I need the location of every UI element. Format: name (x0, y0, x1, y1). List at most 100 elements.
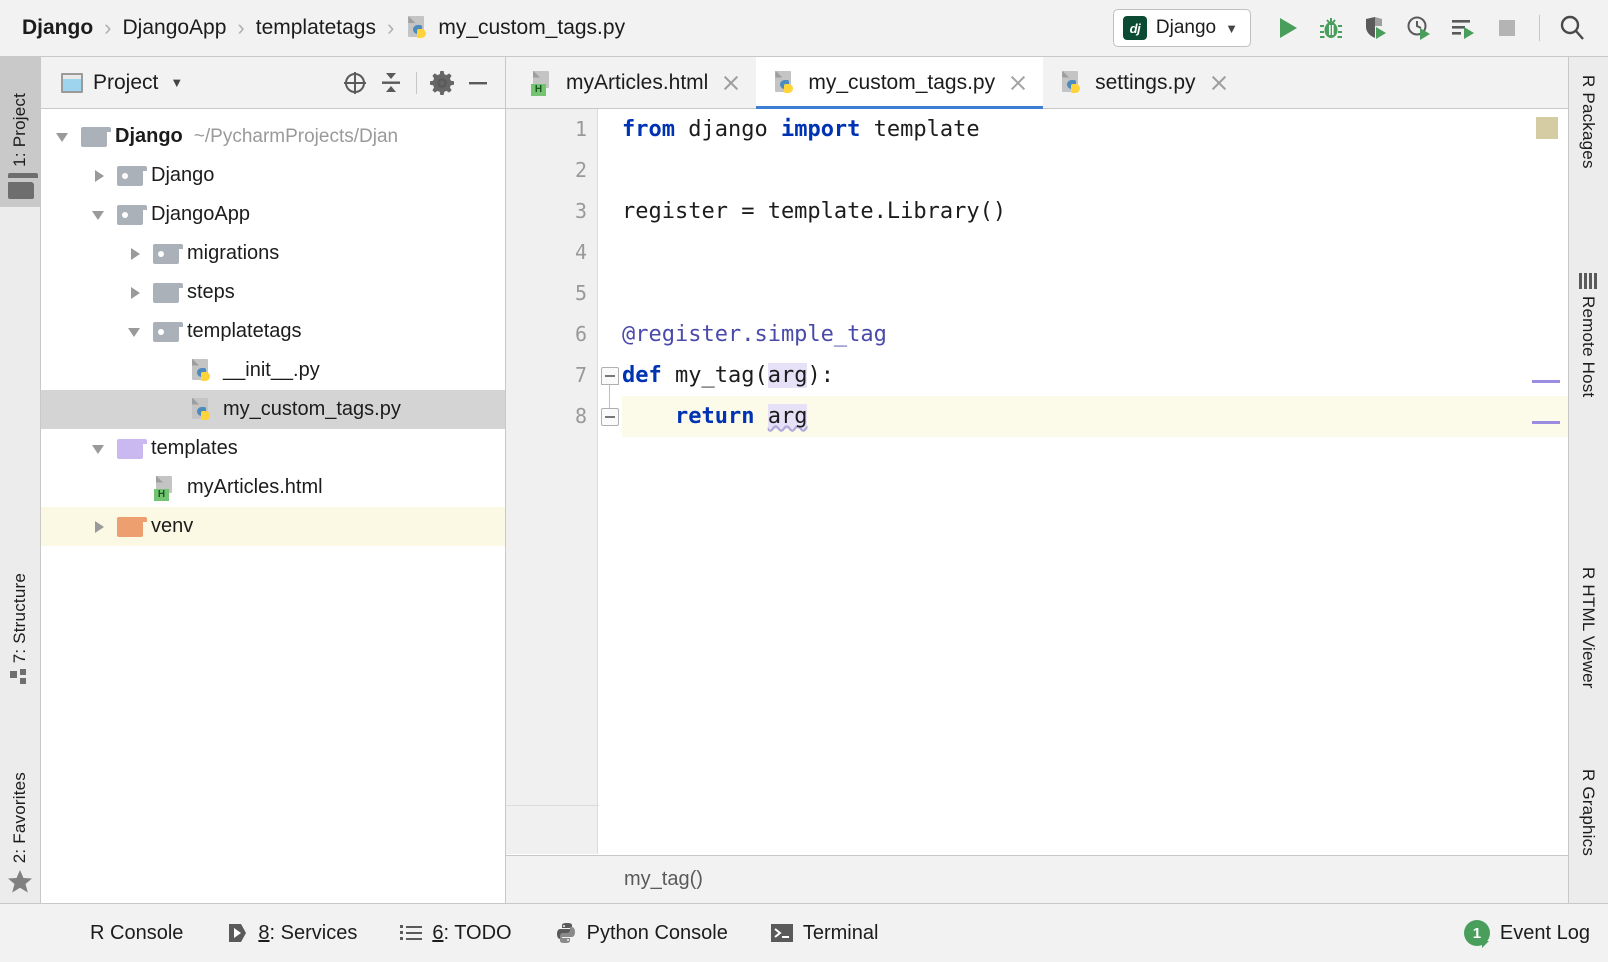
html-file-icon: H (530, 70, 556, 96)
sidebar-item-r-html-viewer-label: R HTML Viewer (1578, 567, 1598, 689)
editor-area: H myArticles.html my_custom_tags.py sett… (506, 57, 1568, 903)
sidebar-item-project[interactable]: 1: Project (0, 57, 40, 207)
token-keyword: from (622, 117, 675, 142)
tree-row-label: __init__.py (223, 359, 320, 382)
debug-button[interactable] (1311, 8, 1351, 48)
tree-row-templatetags[interactable]: templatetags (41, 312, 505, 351)
breadcrumb-item-file[interactable]: my_custom_tags.py (405, 15, 625, 41)
close-icon[interactable] (1208, 72, 1230, 94)
toolbar-actions: dj Django ▼ (1113, 8, 1608, 48)
chevron-right-icon[interactable] (125, 244, 145, 264)
tree-row-myarticles-html[interactable]: H myArticles.html (41, 468, 505, 507)
editor-breadcrumb[interactable]: my_tag() (506, 855, 1568, 903)
tab-settings-py[interactable]: settings.py (1043, 57, 1243, 108)
sidebar-item-favorites[interactable]: 2: Favorites (0, 732, 40, 902)
tree-row-templates[interactable]: templates (41, 429, 505, 468)
tree-row-label: Django (151, 164, 214, 187)
code-folding-gutter[interactable] (598, 109, 622, 854)
token-identifier-highlight: arg (768, 404, 808, 429)
chevron-right-icon[interactable] (125, 283, 145, 303)
tree-row-django-root[interactable]: Django ~/PycharmProjects/Djan (41, 117, 505, 156)
line-number: 6 (507, 314, 587, 355)
code-line-6: @register.simple_tag (622, 314, 1568, 355)
code-editor[interactable]: 1 2 3 4 5 6 7 8 from django import templ… (506, 109, 1568, 854)
tree-row-my-custom-tags-py[interactable]: my_custom_tags.py (41, 390, 505, 429)
sidebar-item-r-packages[interactable]: R Packages (1568, 75, 1608, 169)
settings-button[interactable] (425, 66, 459, 100)
sidebar-item-r-packages-label: R Packages (1578, 75, 1598, 169)
folder-icon (117, 205, 143, 225)
tree-row-steps[interactable]: steps (41, 273, 505, 312)
tree-row-label: migrations (187, 242, 279, 265)
tree-row-init-py[interactable]: __init__.py (41, 351, 505, 390)
token-text: template (860, 117, 979, 142)
tab-label: myArticles.html (566, 71, 708, 95)
tree-row-djangoapp[interactable]: DjangoApp (41, 195, 505, 234)
chevron-down-icon[interactable] (89, 439, 109, 459)
sidebar-item-favorites-label: 2: Favorites (10, 772, 30, 863)
select-opened-file-button[interactable] (338, 66, 372, 100)
tree-row-migrations[interactable]: migrations (41, 234, 505, 273)
run-button[interactable] (1267, 8, 1307, 48)
folder-icon (81, 127, 107, 147)
toolbar-divider (1539, 15, 1540, 41)
token-text: my_tag( (662, 363, 768, 388)
chevron-right-icon[interactable] (89, 517, 109, 537)
status-terminal[interactable]: Terminal (770, 921, 879, 945)
close-icon[interactable] (720, 72, 742, 94)
status-services-label: : Services (270, 922, 358, 944)
tab-myarticles-html[interactable]: H myArticles.html (514, 57, 756, 108)
fold-collapse-icon[interactable] (601, 367, 619, 385)
status-todo-label: : TODO (443, 922, 511, 944)
run-configuration-selector[interactable]: dj Django ▼ (1113, 9, 1251, 47)
chevron-down-icon[interactable] (53, 127, 73, 147)
tree-row-label: Django (115, 125, 183, 148)
search-everywhere-button[interactable] (1552, 8, 1592, 48)
todo-list-icon (399, 921, 423, 945)
status-todo[interactable]: 6: TODO (399, 921, 511, 945)
close-icon[interactable] (1007, 72, 1029, 94)
chevron-down-icon[interactable] (89, 205, 109, 225)
token-identifier-highlight: arg (768, 363, 808, 388)
sidebar-item-r-graphics[interactable]: R Graphics (1568, 769, 1608, 856)
tree-row-label: templatetags (187, 320, 302, 343)
sidebar-item-r-html-viewer[interactable]: R HTML Viewer (1568, 567, 1608, 689)
chevron-right-icon[interactable] (89, 166, 109, 186)
gutter-marker[interactable] (1532, 421, 1560, 424)
status-python-console[interactable]: Python Console (554, 921, 728, 945)
chevron-down-icon[interactable]: ▼ (170, 75, 183, 90)
breadcrumb-item-djangoapp[interactable]: DjangoApp (123, 16, 227, 40)
chevron-down-icon[interactable] (125, 322, 145, 342)
inspection-status-widget[interactable] (1536, 117, 1558, 139)
sidebar-item-structure[interactable]: 7: Structure (0, 527, 40, 697)
hide-button[interactable] (461, 66, 495, 100)
code-text[interactable]: from django import template register = t… (622, 109, 1568, 854)
run-with-parameters-button[interactable] (1443, 8, 1483, 48)
breadcrumb-item-templatetags[interactable]: templatetags (256, 16, 376, 40)
tree-row-django[interactable]: Django (41, 156, 505, 195)
token-text: ): (807, 363, 834, 388)
status-bar-right: 1 Event Log (1464, 920, 1590, 946)
run-coverage-button[interactable] (1355, 8, 1395, 48)
folder-icon (8, 173, 32, 199)
folder-icon (153, 322, 179, 342)
tree-row-venv[interactable]: venv (41, 507, 505, 546)
breadcrumb-separator-icon: › (228, 15, 253, 41)
status-r-console[interactable]: R Console (90, 922, 183, 945)
debug-bug-icon (1318, 15, 1344, 41)
status-services[interactable]: 8: Services (225, 921, 357, 945)
breadcrumb-item-project[interactable]: Django (22, 16, 93, 40)
fold-end-icon[interactable] (601, 408, 619, 426)
collapse-all-button[interactable] (374, 66, 408, 100)
line-number: 4 (507, 232, 587, 273)
project-window-icon (61, 73, 83, 93)
gutter-marker[interactable] (1532, 380, 1560, 383)
code-line-5 (622, 273, 1568, 314)
token-text (754, 404, 767, 429)
profile-button[interactable] (1399, 8, 1439, 48)
tab-my-custom-tags-py[interactable]: my_custom_tags.py (756, 57, 1043, 108)
stop-button[interactable] (1487, 8, 1527, 48)
sidebar-item-remote-host[interactable]: Remote Host (1568, 272, 1608, 397)
token-keyword: return (675, 404, 754, 429)
event-log-label[interactable]: Event Log (1500, 922, 1590, 945)
